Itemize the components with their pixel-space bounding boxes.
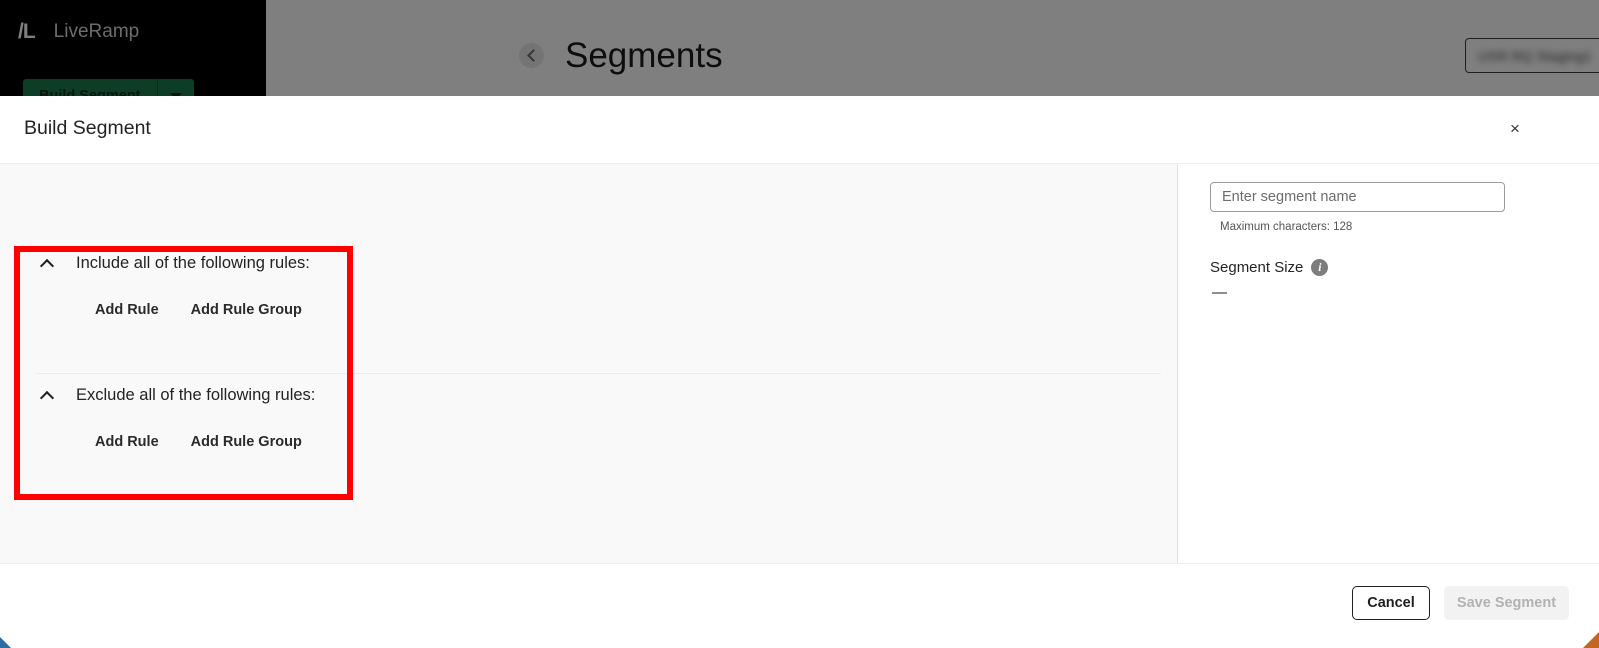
exclude-rules-actions: Add Rule Add Rule Group — [0, 434, 1177, 450]
include-add-rule-button[interactable]: Add Rule — [95, 302, 159, 318]
modal-header: Build Segment × — [0, 96, 1599, 163]
max-characters-hint: Maximum characters: 128 — [1220, 221, 1353, 233]
segment-size-row: Segment Size i — [1210, 259, 1329, 276]
chevron-up-icon[interactable] — [41, 389, 54, 402]
segment-name-input[interactable] — [1210, 182, 1505, 212]
segment-size-label: Segment Size — [1210, 259, 1304, 276]
save-segment-button: Save Segment — [1444, 586, 1569, 620]
include-add-rule-group-button[interactable]: Add Rule Group — [191, 302, 302, 318]
modal-scrim — [266, 0, 1599, 96]
corner-artifact-bottom-left — [0, 637, 11, 648]
exclude-rules-header[interactable]: Exclude all of the following rules: — [0, 380, 1177, 410]
modal-body: Include all of the following rules: Add … — [0, 163, 1599, 563]
include-rules-header[interactable]: Include all of the following rules: — [0, 248, 1177, 278]
modal-scrim-left — [0, 0, 266, 96]
exclude-add-rule-button[interactable]: Add Rule — [95, 434, 159, 450]
modal-footer: Cancel Save Segment — [0, 563, 1599, 648]
info-icon[interactable]: i — [1311, 259, 1329, 276]
include-rules-section: Include all of the following rules: Add … — [0, 248, 1177, 319]
rules-pane: Include all of the following rules: Add … — [0, 164, 1178, 563]
segment-size-value: — — [1212, 284, 1227, 301]
rules-section-divider — [36, 373, 1161, 374]
include-rules-title: Include all of the following rules: — [76, 253, 310, 272]
include-rules-actions: Add Rule Add Rule Group — [0, 302, 1177, 318]
close-icon[interactable]: × — [1504, 118, 1526, 140]
cancel-button[interactable]: Cancel — [1352, 586, 1430, 620]
modal-title: Build Segment — [24, 117, 151, 139]
build-segment-modal: Build Segment × Include all of the follo… — [0, 96, 1599, 648]
segment-details-pane: Maximum characters: 128 Segment Size i — — [1178, 164, 1599, 563]
exclude-rules-section: Exclude all of the following rules: Add … — [0, 380, 1177, 451]
corner-artifact-bottom-right — [1583, 632, 1599, 648]
exclude-rules-title: Exclude all of the following rules: — [76, 385, 316, 404]
exclude-add-rule-group-button[interactable]: Add Rule Group — [191, 434, 302, 450]
chevron-up-icon[interactable] — [41, 257, 54, 270]
